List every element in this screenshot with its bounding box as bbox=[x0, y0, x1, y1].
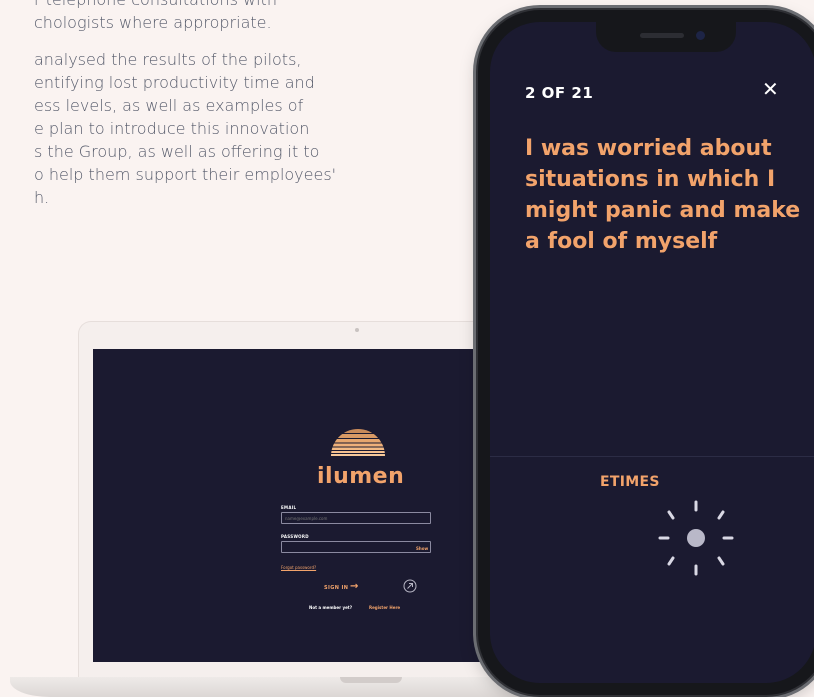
email-label: EMAIL bbox=[281, 505, 297, 510]
register-link[interactable]: Register Here bbox=[369, 605, 400, 610]
close-icon[interactable]: ✕ bbox=[762, 77, 779, 101]
article-line: o help them support their employees' bbox=[34, 165, 337, 184]
phone-mockup: 2 OF 21 ✕ I was worried about situations… bbox=[478, 10, 814, 695]
forgot-password-link[interactable]: Forgot password? bbox=[281, 565, 316, 570]
article-line: chologists where appropriate. bbox=[34, 13, 272, 32]
email-field[interactable] bbox=[281, 512, 431, 524]
article-line: entifying lost productivity time and bbox=[34, 73, 315, 92]
article-line: e plan to introduce this innovation bbox=[34, 119, 310, 138]
not-member-text: Not a member yet? bbox=[309, 605, 353, 610]
password-label: PASSWORD bbox=[281, 534, 309, 539]
phone-camera bbox=[696, 31, 705, 40]
brand-wordmark: ilumen bbox=[317, 464, 405, 489]
phone-divider bbox=[490, 456, 814, 457]
sunset-logo-icon bbox=[331, 429, 385, 456]
question-counter: 2 OF 21 bbox=[525, 84, 594, 102]
password-field[interactable] bbox=[281, 541, 431, 553]
phone-speaker bbox=[640, 33, 684, 38]
arrow-right-icon[interactable]: → bbox=[350, 581, 358, 592]
article-text: r telephone consultations with chologist… bbox=[0, 0, 370, 209]
article-spacer bbox=[0, 34, 370, 48]
show-password-toggle[interactable]: Show bbox=[416, 546, 428, 551]
question-text: I was worried about situations in which … bbox=[525, 133, 801, 257]
phone-screen: 2 OF 21 ✕ I was worried about situations… bbox=[490, 22, 814, 683]
phone-notch bbox=[596, 22, 736, 52]
laptop-opening-notch bbox=[340, 677, 402, 683]
question-line: I was worried about bbox=[525, 136, 772, 161]
laptop-camera bbox=[355, 328, 359, 332]
article-line: analysed the results of the pilots, bbox=[34, 50, 302, 69]
question-line: a fool of myself bbox=[525, 229, 718, 254]
question-line: situations in which I bbox=[525, 167, 776, 192]
article-line: ess levels, as well as examples of bbox=[34, 96, 304, 115]
article-line: r telephone consultations with bbox=[34, 0, 370, 11]
article-line: h. bbox=[34, 188, 50, 207]
slider-dial-icon[interactable] bbox=[640, 482, 752, 594]
sign-in-button[interactable]: SIGN IN bbox=[324, 585, 348, 591]
question-line: might panic and make bbox=[525, 198, 801, 223]
accessibility-icon[interactable] bbox=[403, 579, 417, 593]
article-line: s the Group, as well as offering it to bbox=[34, 142, 320, 161]
